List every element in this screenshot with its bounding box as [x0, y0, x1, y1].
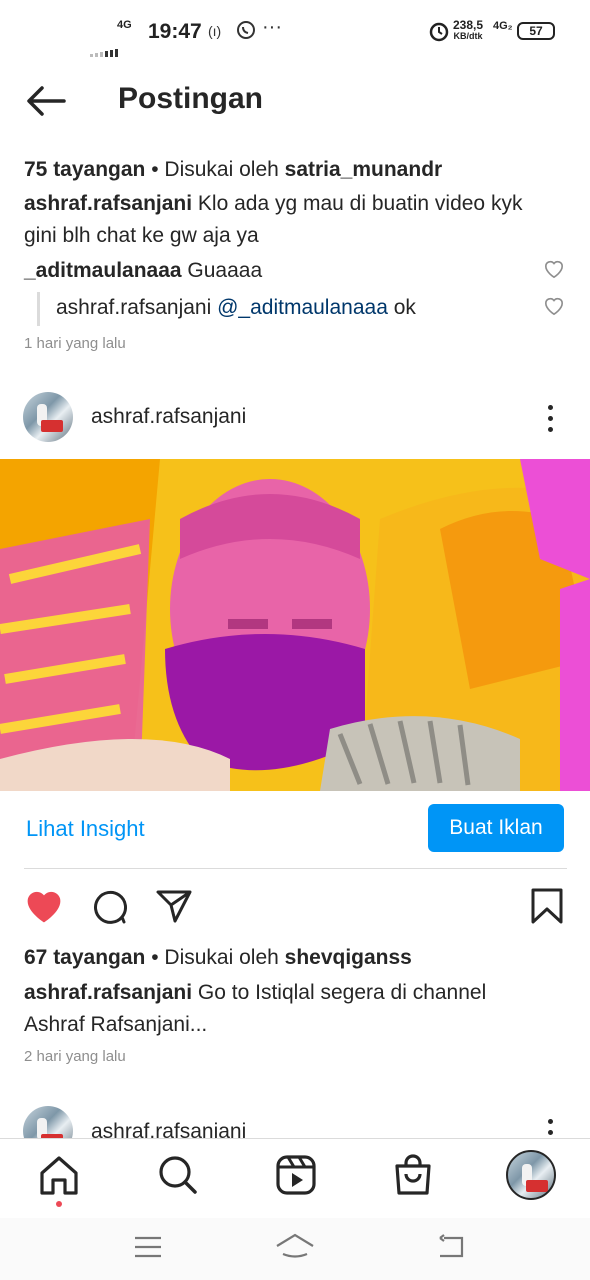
post1-liked-prefix: • Disukai oleh: [145, 158, 285, 181]
post2-stats: 67 tayangan • Disukai oleh shevqiganss: [24, 942, 412, 974]
system-home-icon[interactable]: [275, 1232, 315, 1265]
post1-caption: ashraf.rafsanjani Klo ada yg mau di buat…: [24, 188, 522, 220]
post1-liked-user[interactable]: satria_munandr: [285, 158, 443, 181]
whatsapp-icon: [236, 20, 256, 45]
speed-unit: KB/dtk: [453, 31, 483, 41]
divider: [24, 868, 567, 869]
post1-comment-user[interactable]: _aditmaulanaaa: [24, 259, 182, 282]
speed-value: 238,5: [453, 18, 484, 32]
post2-timestamp: 2 hari yang lalu: [24, 1048, 126, 1065]
clock: 19:47: [148, 20, 202, 43]
post3-more-options-icon[interactable]: [546, 1119, 554, 1138]
profile-avatar-image: [506, 1150, 556, 1200]
post2-caption: ashraf.rafsanjani Go to Istiqlal segera …: [24, 977, 486, 1009]
system-back-icon[interactable]: [434, 1234, 466, 1265]
like-heart-icon[interactable]: [24, 888, 64, 929]
post1-reply-text: ok: [387, 296, 416, 319]
view-insights-link[interactable]: Lihat Insight: [26, 816, 145, 842]
menu-icon[interactable]: [133, 1236, 163, 1263]
reply-like-heart-icon[interactable]: [543, 296, 565, 316]
alarm-icon: [428, 20, 450, 47]
post1-comment: _aditmaulanaaa Guaaaa: [24, 255, 262, 287]
more-icon: ···: [262, 16, 282, 38]
back-arrow-icon[interactable]: [24, 84, 68, 118]
battery-icon: 57: [517, 22, 555, 40]
post1-stats: 75 tayangan • Disukai oleh satria_munand…: [24, 154, 442, 186]
signal-icon: [90, 34, 138, 57]
post3-header: ashraf.rafsanjani: [0, 1100, 590, 1138]
post1-reply-mention[interactable]: @_aditmaulanaaa: [211, 296, 388, 319]
app-header: Postingan: [0, 62, 590, 142]
post2-username[interactable]: ashraf.rafsanjani: [91, 405, 246, 429]
post2-avatar[interactable]: [23, 392, 73, 442]
net-speed: 238,5 KB/dtk: [453, 18, 484, 42]
post2-liked-prefix: • Disukai oleh: [145, 946, 285, 969]
post2-views[interactable]: 67 tayangan: [24, 946, 145, 969]
system-nav-bar: [0, 1218, 590, 1280]
comment-icon[interactable]: [89, 887, 127, 930]
post3-avatar[interactable]: [23, 1106, 73, 1138]
create-ad-button[interactable]: Buat Iklan: [428, 804, 564, 852]
status-bar: 4G 19:47 (ı) ··· 238,5 KB/dtk 4G₂ 57: [0, 0, 590, 62]
post1-caption-text: Klo ada yg mau di buatin video kyk: [192, 192, 523, 215]
network-type: 4G: [117, 19, 132, 31]
post2-video[interactable]: [0, 459, 590, 791]
post3-username[interactable]: ashraf.rafsanjani: [91, 1120, 246, 1138]
post1-timestamp: 1 hari yang lalu: [24, 335, 126, 352]
page-title: Postingan: [118, 82, 264, 115]
post2-caption-2[interactable]: Ashraf Rafsanjani...: [24, 1009, 207, 1041]
home-icon[interactable]: [37, 1153, 81, 1207]
post1-views[interactable]: 75 tayangan: [24, 158, 145, 181]
share-icon[interactable]: [155, 887, 193, 930]
home-active-dot: [56, 1201, 62, 1207]
reels-icon[interactable]: [274, 1153, 318, 1197]
post1-comment-text: Guaaaa: [181, 259, 263, 282]
post1-reply: ashraf.rafsanjani @_aditmaulanaaa ok: [56, 292, 416, 324]
post1-reply-user[interactable]: ashraf.rafsanjani: [56, 296, 211, 319]
search-icon[interactable]: [156, 1153, 200, 1197]
post2-more-options-icon[interactable]: [546, 405, 554, 438]
save-bookmark-icon[interactable]: [530, 887, 564, 930]
post2-caption-user[interactable]: ashraf.rafsanjani: [24, 981, 192, 1004]
bottom-nav: [0, 1138, 590, 1218]
comment-like-heart-icon[interactable]: [543, 259, 565, 279]
profile-avatar[interactable]: [506, 1150, 556, 1200]
post2-liked-user[interactable]: shevqiganss: [285, 946, 412, 969]
reply-thread-line: [37, 292, 40, 326]
post1-caption-2: gini blh chat ke gw aja ya: [24, 224, 259, 247]
nfc-icon: (ı): [208, 23, 222, 39]
post2-caption-text: Go to Istiqlal segera di channel: [192, 981, 487, 1004]
shop-icon[interactable]: [391, 1153, 435, 1197]
network-type-2: 4G₂: [493, 20, 513, 32]
post1-caption-user[interactable]: ashraf.rafsanjani: [24, 192, 192, 215]
